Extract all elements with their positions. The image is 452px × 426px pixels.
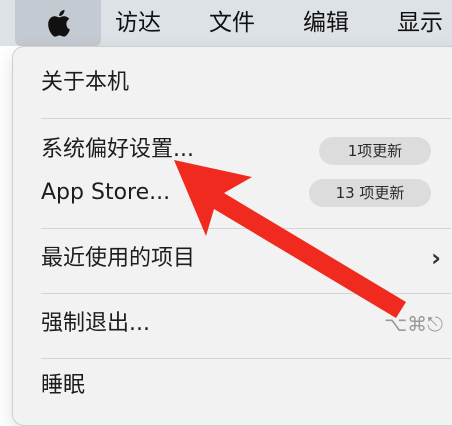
system-preferences-update-badge: 1项更新 <box>319 137 431 165</box>
apple-menu-button[interactable] <box>15 0 101 46</box>
menu-edit[interactable]: 编辑 <box>303 0 349 46</box>
menu-item-sleep[interactable]: 睡眠 <box>41 371 85 401</box>
force-quit-shortcut: ⌥⌘⎋ <box>384 312 443 336</box>
menu-item-force-quit[interactable]: 强制退出... <box>41 309 150 339</box>
app-store-update-badge: 13 项更新 <box>309 179 431 207</box>
menu-item-system-preferences[interactable]: 系统偏好设置... <box>41 135 194 165</box>
menu-view[interactable]: 显示 <box>397 0 443 46</box>
menu-divider <box>41 293 451 294</box>
menu-item-about-this-mac[interactable]: 关于本机 <box>41 68 129 98</box>
menu-file[interactable]: 文件 <box>209 0 255 46</box>
menu-item-recent-items[interactable]: 最近使用的项目 <box>41 244 195 274</box>
menu-item-app-store[interactable]: App Store... <box>41 178 170 208</box>
menu-divider <box>41 118 451 119</box>
menu-bar: 访达 文件 编辑 显示 <box>0 0 452 46</box>
apple-logo-icon <box>48 9 70 37</box>
apple-dropdown-menu: 关于本机 系统偏好设置... 1项更新 App Store... 13 项更新 … <box>12 46 452 426</box>
menu-divider <box>41 228 451 229</box>
menu-divider <box>41 358 451 359</box>
chevron-right-icon: › <box>431 244 441 272</box>
menu-finder[interactable]: 访达 <box>115 0 161 46</box>
